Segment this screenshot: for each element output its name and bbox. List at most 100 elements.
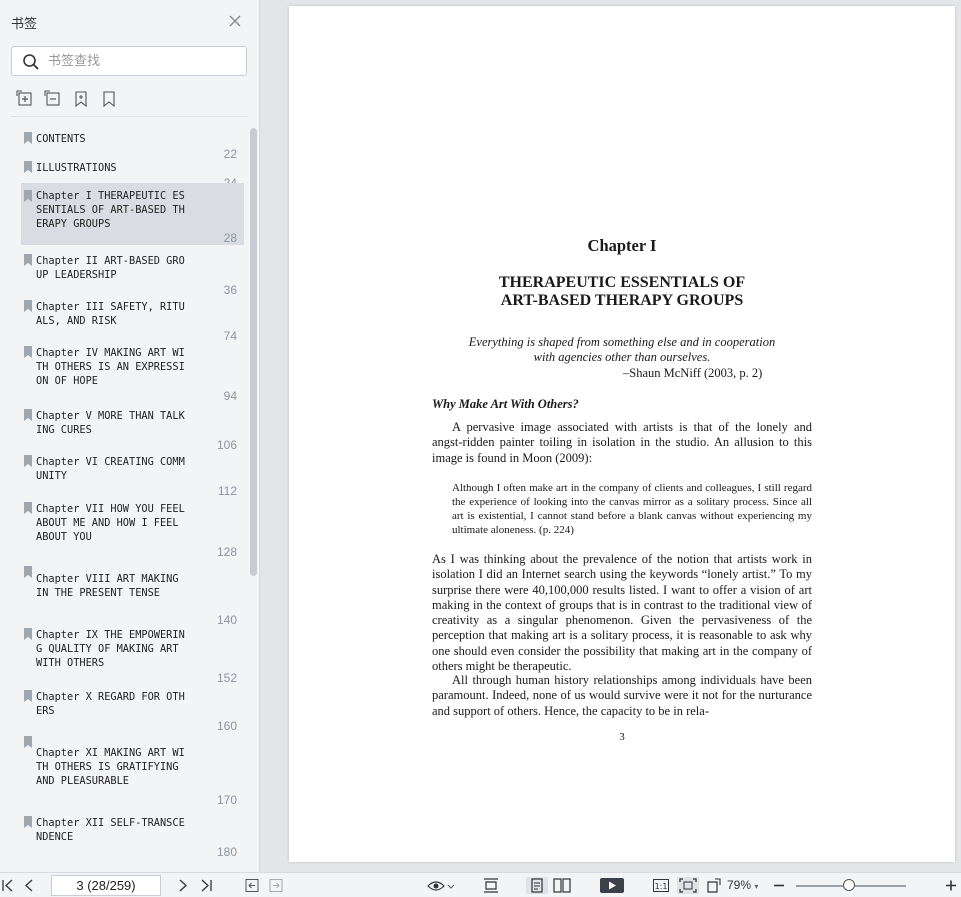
- bookmark-item[interactable]: CONTENTS 22: [21, 131, 244, 161]
- collapse-all-button[interactable]: [44, 90, 62, 108]
- close-sidebar-button[interactable]: [226, 12, 244, 30]
- bookmark-page-number: 160: [216, 719, 237, 733]
- epigraph-attribution: –Shaun McNiff (2003, p. 2): [623, 366, 763, 380]
- fit-page-icon: [679, 878, 697, 893]
- chapter-title-line: THERAPEUTIC ESSENTIALS OF: [498, 274, 746, 291]
- back-view-button[interactable]: [244, 877, 260, 894]
- body-paragraph: As I was thinking about the prevalence o…: [432, 552, 812, 674]
- bookmark-label: Chapter VI CREATING COMMUNITY: [36, 456, 185, 482]
- plus-icon: [946, 880, 956, 891]
- bookmark-item[interactable]: Chapter II ART-BASED GROUP LEADERSHIP 36: [21, 253, 244, 297]
- bookmark-item[interactable]: Chapter III SAFETY, RITUALS, AND RISK 74: [21, 299, 244, 343]
- next-page-button[interactable]: [176, 877, 190, 894]
- bookmark-page-number: 152: [216, 671, 237, 685]
- bookmark-page-number: 94: [223, 389, 237, 403]
- fit-page-button[interactable]: [677, 877, 699, 894]
- bookmark-label: ILLUSTRATIONS: [36, 162, 117, 174]
- bookmark-page-number: 74: [223, 329, 237, 343]
- document-viewport: Chapter I THERAPEUTIC ESSENTIALS OF ART-…: [261, 0, 961, 872]
- reading-mode-button[interactable]: [426, 877, 456, 894]
- bookmark-label: Chapter VII HOW YOU FEEL ABOUT ME AND HO…: [36, 503, 185, 543]
- zoom-out-button[interactable]: [772, 877, 786, 894]
- bookmark-page-number: 128: [216, 545, 237, 559]
- bookmark-list: CONTENTS22ILLUSTRATIONS24Chapter I THERA…: [0, 125, 248, 872]
- single-page-icon: [531, 878, 543, 893]
- bookmark-item[interactable]: Chapter VI CREATING COMMUNITY 112: [21, 454, 244, 498]
- zoom-slider-handle[interactable]: [842, 879, 855, 891]
- bookmark-label: Chapter XI MAKING ART WITH OTHERS IS GRA…: [36, 747, 185, 787]
- expand-all-button[interactable]: [16, 90, 34, 108]
- bookmark-flag-icon: [24, 690, 32, 702]
- bookmark-flag-icon: [24, 300, 32, 312]
- bookmark-page-number: 36: [223, 283, 237, 297]
- actual-size-button[interactable]: 1:1: [652, 877, 670, 894]
- collapse-all-icon: [44, 90, 60, 106]
- bookmark-page-number: 180: [216, 845, 237, 859]
- document-page: Chapter I THERAPEUTIC ESSENTIALS OF ART-…: [289, 6, 955, 862]
- bookmark-search-box[interactable]: [11, 46, 247, 76]
- svg-text:1:1: 1:1: [655, 882, 668, 891]
- eye-icon: [427, 881, 455, 891]
- bookmark-item[interactable]: Chapter VII HOW YOU FEEL ABOUT ME AND HO…: [21, 501, 244, 559]
- chevron-left-icon: [25, 879, 33, 892]
- epigraph-line: with agencies other than ourselves.: [533, 350, 711, 364]
- bookmark-page-number: 106: [216, 438, 237, 452]
- last-page-icon: [201, 879, 212, 892]
- single-page-button[interactable]: [526, 877, 548, 894]
- bookmark-label: Chapter IV MAKING ART WITH OTHERS IS AN …: [36, 347, 185, 387]
- first-page-button[interactable]: [1, 877, 15, 894]
- bookmark-flag-icon: [24, 190, 32, 202]
- body-paragraph: A pervasive image associated with artist…: [432, 420, 812, 465]
- fit-width-icon: [484, 878, 498, 893]
- bookmark-flag-icon: [24, 161, 32, 173]
- chapter-number: Chapter I: [587, 236, 657, 255]
- bookmark-item[interactable]: Chapter I THERAPEUTIC ESSENTIALS OF ART-…: [21, 183, 244, 245]
- previous-page-button[interactable]: [22, 877, 36, 894]
- bookmark-search-input[interactable]: [48, 52, 238, 70]
- sidebar-scrollbar[interactable]: [250, 128, 257, 576]
- bookmark-item[interactable]: Chapter XI MAKING ART WITH OTHERS IS GRA…: [21, 735, 244, 807]
- bookmark-flag-icon: [24, 254, 32, 266]
- bookmark-label: Chapter I THERAPEUTIC ESSENTIALS OF ART-…: [36, 190, 185, 230]
- bookmark-item[interactable]: Chapter X REGARD FOR OTHERS 160: [21, 689, 244, 733]
- zoom-in-button[interactable]: [944, 877, 958, 894]
- page-number-input[interactable]: 3 (28/259): [51, 875, 161, 896]
- zoom-level[interactable]: 79% ▾: [727, 878, 758, 892]
- last-page-button[interactable]: [199, 877, 213, 894]
- bookmark-item[interactable]: Chapter XII SELF-TRANSCENDENCE 180: [21, 815, 244, 859]
- bookmark-label: Chapter II ART-BASED GROUP LEADERSHIP: [36, 255, 185, 281]
- two-page-button[interactable]: [552, 877, 572, 894]
- bookmark-label: CONTENTS: [36, 133, 86, 145]
- bookmark-page-number: 140: [216, 613, 237, 627]
- epigraph-line: Everything is shaped from something else…: [468, 335, 776, 349]
- rotate-icon: [707, 878, 721, 893]
- bookmark-page-number: 170: [216, 793, 237, 807]
- bookmark-item[interactable]: Chapter V MORE THAN TALKING CURES 106: [21, 408, 244, 452]
- bottom-toolbar: 3 (28/259) 1:1 79% ▾: [0, 872, 961, 897]
- bookmark-label: Chapter V MORE THAN TALKING CURES: [36, 410, 185, 436]
- bookmark-label: Chapter III SAFETY, RITUALS, AND RISK: [36, 301, 185, 327]
- add-bookmark-icon: [75, 91, 87, 108]
- forward-view-icon: [269, 879, 283, 892]
- epigraph: Everything is shaped from something else…: [289, 335, 955, 365]
- bookmark-item[interactable]: Chapter VIII ART MAKING IN THE PRESENT T…: [21, 565, 244, 627]
- chevron-right-icon: [179, 879, 187, 892]
- play-icon: [600, 878, 624, 893]
- bookmark-flag-icon: [24, 816, 32, 828]
- sidebar-divider: [11, 116, 248, 117]
- bookmark-item[interactable]: Chapter IV MAKING ART WITH OTHERS IS AN …: [21, 345, 244, 403]
- bookmark-button[interactable]: [100, 90, 118, 108]
- bookmark-page-number: 28: [223, 231, 237, 245]
- play-slideshow-button[interactable]: [599, 877, 625, 894]
- rotate-button[interactable]: [705, 877, 723, 894]
- first-page-icon: [2, 879, 13, 892]
- block-quote: Although I often make art in the company…: [452, 482, 812, 536]
- chapter-title-line: ART-BASED THERAPY GROUPS: [500, 292, 744, 309]
- body-paragraph: All through human history relationships …: [432, 673, 812, 718]
- fit-width-button[interactable]: [482, 877, 500, 894]
- zoom-level-text: 79%: [727, 878, 752, 892]
- add-bookmark-button[interactable]: [72, 90, 90, 108]
- bookmark-item[interactable]: Chapter IX THE EMPOWERING QUALITY OF MAK…: [21, 627, 244, 685]
- chevron-down-icon: ▾: [754, 882, 759, 891]
- forward-view-button[interactable]: [268, 877, 284, 894]
